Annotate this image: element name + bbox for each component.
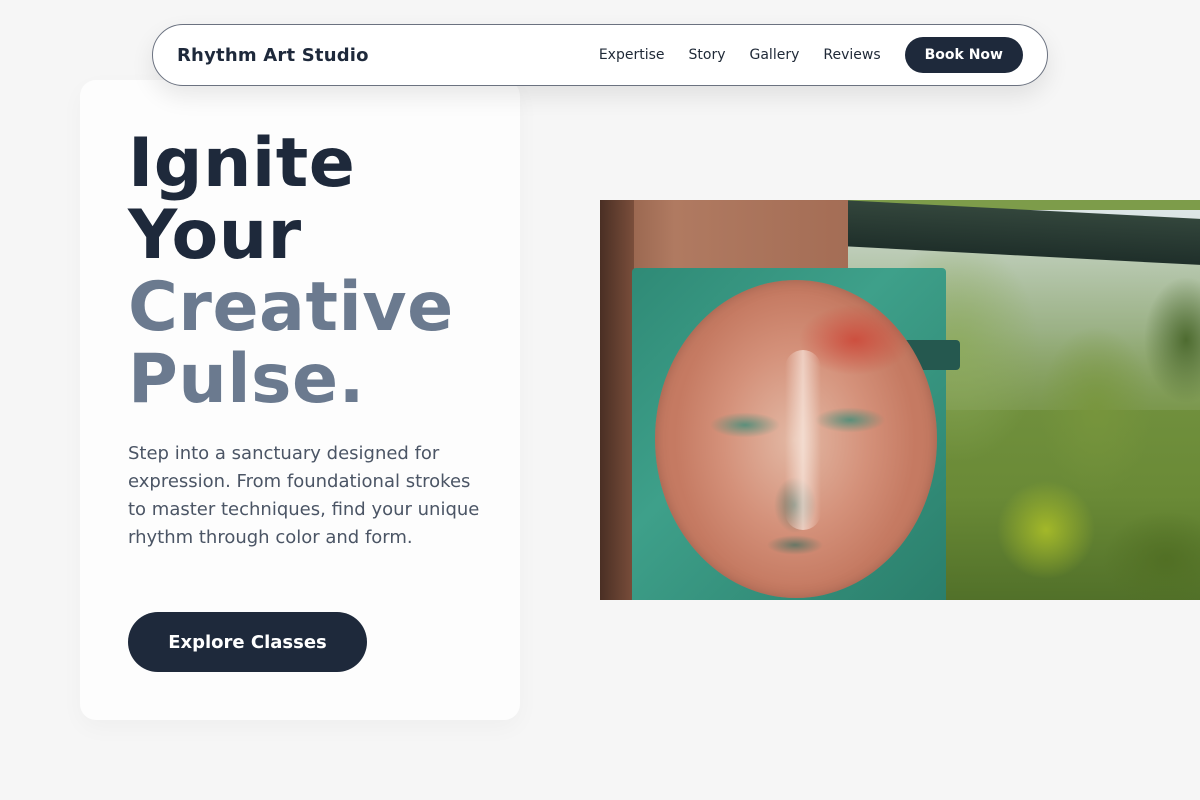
- page: Ignite Your Creative Pulse. Step into a …: [0, 0, 1200, 800]
- hero-image: [600, 200, 1200, 600]
- explore-classes-button[interactable]: Explore Classes: [128, 612, 367, 672]
- brand-logo-text[interactable]: Rhythm Art Studio: [177, 45, 369, 66]
- headline-line-4: Pulse.: [128, 340, 365, 419]
- headline-line-2: Your: [128, 196, 302, 275]
- image-face-highlight: [785, 350, 821, 530]
- nav-links: Expertise Story Gallery Reviews Book Now: [599, 37, 1023, 73]
- nav-link-expertise[interactable]: Expertise: [599, 47, 665, 63]
- nav-link-reviews[interactable]: Reviews: [823, 47, 880, 63]
- nav-link-gallery[interactable]: Gallery: [750, 47, 800, 63]
- hero-card: Ignite Your Creative Pulse. Step into a …: [80, 80, 520, 720]
- image-pillar-edge: [600, 200, 634, 600]
- book-now-button[interactable]: Book Now: [904, 37, 1023, 73]
- headline-line-3: Creative: [128, 268, 454, 347]
- hero-headline: Ignite Your Creative Pulse.: [128, 128, 454, 416]
- hero-description: Step into a sanctuary designed for expre…: [128, 443, 480, 548]
- headline-line-1: Ignite: [128, 124, 356, 203]
- top-navbar: Rhythm Art Studio Expertise Story Galler…: [152, 24, 1048, 86]
- nav-link-story[interactable]: Story: [689, 47, 726, 63]
